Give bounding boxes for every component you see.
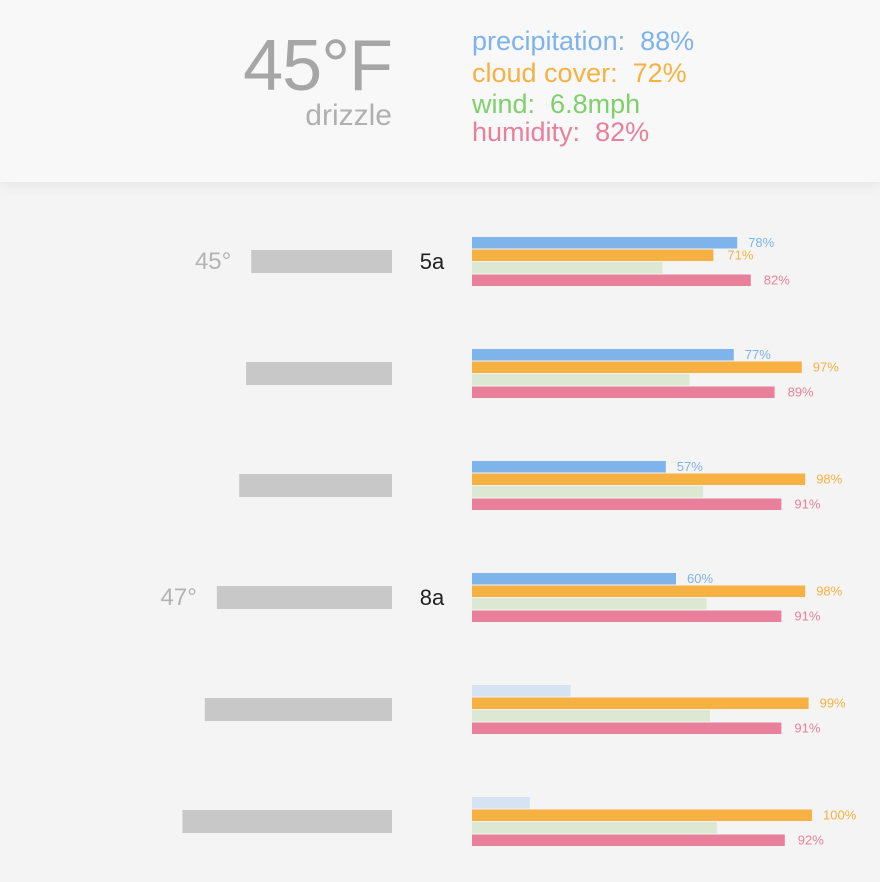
humidity-stat: humidity: 82%: [472, 116, 649, 148]
current-condition: drizzle: [305, 99, 392, 132]
precipitation-value-label: 77%: [745, 347, 771, 362]
cloud-cover-bar: [472, 361, 802, 373]
cloud-cover-value-label: 99%: [820, 696, 846, 711]
temperature-bar: [251, 250, 392, 273]
precipitation-stat-value: 88%: [640, 26, 695, 56]
cloud-cover-bar: [472, 473, 806, 485]
humidity-bar: [472, 498, 782, 510]
humidity-stat-label: humidity:: [472, 117, 581, 147]
cloud-cover-bar: [472, 249, 714, 261]
humidity-bar: [472, 610, 782, 622]
humidity-value-label: 91%: [794, 609, 820, 624]
temperature-label: 45°: [195, 248, 231, 275]
precipitation-bar: [472, 797, 530, 809]
temperature-label: 47°: [161, 584, 197, 611]
humidity-value-label: 89%: [788, 385, 814, 400]
humidity-value-label: 91%: [794, 721, 820, 736]
hour-label: 5a: [420, 249, 445, 274]
cloud-cover-stat-value: 72%: [632, 58, 687, 88]
wind-stat-value: 6.8mph: [550, 89, 641, 119]
temperature-bar: [182, 810, 392, 833]
humidity-value-label: 91%: [794, 497, 820, 512]
humidity-value-label: 82%: [764, 273, 790, 288]
current-temperature: 45°F: [243, 26, 393, 106]
temperature-bar: [216, 586, 392, 609]
temperature-bar: [239, 474, 392, 497]
cloud-cover-value-label: 100%: [823, 808, 857, 823]
cloud-cover-stat: cloud cover: 72%: [472, 57, 687, 89]
cloud-cover-value-label: 71%: [727, 248, 753, 263]
wind-bar: [472, 598, 707, 610]
humidity-bar: [472, 386, 775, 398]
precipitation-bar: [472, 573, 676, 585]
hourly-forecast-chart: 45° 5a78%71%82%77%97%89%57%98%91%47° 8a60%…: [161, 235, 857, 848]
cloud-cover-value-label: 98%: [816, 584, 842, 599]
cloud-cover-bar: [472, 585, 806, 597]
wind-bar: [472, 262, 663, 274]
precipitation-stat-label: precipitation:: [472, 26, 626, 56]
precipitation-bar: [472, 685, 571, 697]
cloud-cover-value-label: 98%: [816, 472, 842, 487]
cloud-cover-bar: [472, 809, 812, 821]
cloud-cover-value-label: 97%: [813, 360, 839, 375]
temperature-bar: [246, 362, 392, 385]
humidity-value-label: 92%: [798, 833, 824, 848]
precipitation-value-label: 57%: [677, 459, 703, 474]
precipitation-bar: [472, 237, 738, 249]
humidity-bar: [472, 834, 785, 846]
humidity-bar: [472, 722, 782, 734]
wind-bar: [472, 374, 690, 386]
wind-bar: [472, 710, 710, 722]
cloud-cover-bar: [472, 697, 809, 709]
humidity-bar: [472, 274, 751, 286]
humidity-stat-value: 82%: [595, 117, 650, 147]
temperature-bar: [204, 698, 392, 721]
wind-bar: [472, 822, 717, 834]
precipitation-bar: [472, 461, 666, 473]
wind-stat-label: wind:: [472, 89, 536, 119]
precipitation-stat: precipitation: 88%: [472, 25, 694, 57]
cloud-cover-stat-label: cloud cover:: [472, 58, 618, 88]
wind-bar: [472, 486, 704, 498]
current-conditions-header: 45°F drizzle precipitation: 88% cloud co…: [0, 0, 880, 182]
precipitation-bar: [472, 349, 734, 361]
precipitation-value-label: 60%: [687, 571, 713, 586]
hour-label: 8a: [420, 585, 445, 610]
